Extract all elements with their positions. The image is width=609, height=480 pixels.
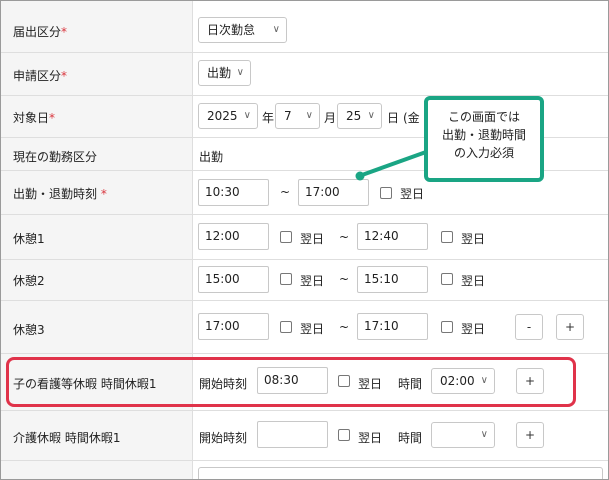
tilde-separator: ~: [339, 230, 350, 244]
row-break-1: 休憩1 12:00 翌日 ~ 12:40 翌日: [1, 215, 608, 260]
label-notification-type: 届出区分*: [13, 25, 68, 39]
next-day-label: 翌日: [300, 274, 325, 288]
label-clock-in-out: 出勤・退勤時刻 *: [13, 187, 107, 201]
tilde-separator: ~: [339, 272, 350, 286]
label-break-1: 休憩1: [13, 232, 45, 246]
add-break-button[interactable]: +: [556, 314, 584, 340]
chevron-down-icon: ∨: [243, 110, 251, 121]
highlight-box: [6, 357, 576, 407]
day-select[interactable]: 25 ∨: [337, 103, 382, 129]
nursing-care-start-input[interactable]: [257, 421, 328, 448]
label-current-work-type: 現在の勤務区分: [13, 150, 98, 164]
break1-end-next-day-checkbox[interactable]: [441, 231, 453, 243]
callout-line-1: この画面では: [447, 110, 520, 124]
break2-end-input[interactable]: 15:10: [357, 266, 428, 293]
break3-end-input[interactable]: 17:10: [357, 313, 428, 340]
row-nursing-care-leave: 介護休暇 時間休暇1 開始時刻 翌日 時間 ∨ +: [1, 411, 608, 461]
start-time-label: 開始時刻: [199, 431, 248, 445]
application-type-select[interactable]: 出勤 ∨: [198, 60, 251, 86]
chevron-down-icon: ∨: [272, 24, 280, 35]
label-target-date: 対象日*: [13, 111, 56, 125]
break2-end-next-day-checkbox[interactable]: [441, 273, 453, 285]
break2-start-next-day-checkbox[interactable]: [280, 273, 292, 285]
break3-start-next-day-checkbox[interactable]: [280, 321, 292, 333]
break1-start-next-day-checkbox[interactable]: [280, 231, 292, 243]
label-break-2: 休憩2: [13, 274, 45, 288]
tilde-separator: ~: [280, 185, 291, 199]
form-frame: 届出区分* 日次勤怠 ∨ 申請区分* 出勤 ∨ 対象日* 2025 ∨ 年 7 ∨ 月 …: [0, 0, 609, 480]
next-day-label: 翌日: [461, 322, 486, 336]
current-work-type-value: 出勤: [199, 150, 224, 164]
row-break-2: 休憩2 15:00 翌日 ~ 15:10 翌日: [1, 260, 608, 301]
next-day-label: 翌日: [300, 322, 325, 336]
callout-box: この画面では 出勤・退勤時間 の入力必須: [424, 96, 544, 182]
chevron-down-icon: ∨: [236, 67, 244, 78]
callout-line-2: 出勤・退勤時間: [441, 128, 526, 142]
month-select[interactable]: 7 ∨: [275, 103, 320, 129]
callout-line-3: の入力必須: [453, 146, 514, 160]
row-next-partial: [1, 461, 608, 479]
break3-end-next-day-checkbox[interactable]: [441, 321, 453, 333]
break1-start-input[interactable]: 12:00: [198, 223, 269, 250]
next-day-label: 翌日: [461, 274, 486, 288]
break3-start-input[interactable]: 17:00: [198, 313, 269, 340]
next-day-label: 翌日: [300, 232, 325, 246]
clock-in-input[interactable]: 10:30: [198, 179, 269, 206]
tilde-separator: ~: [339, 320, 350, 334]
next-day-label: 翌日: [400, 187, 425, 201]
clock-out-input[interactable]: 17:00: [298, 179, 369, 206]
weekday-text: (金: [403, 111, 420, 125]
chevron-down-icon: ∨: [367, 110, 375, 121]
notification-type-select[interactable]: 日次勤怠 ∨: [198, 17, 287, 43]
break2-start-input[interactable]: 15:00: [198, 266, 269, 293]
year-unit: 年: [262, 111, 275, 125]
remove-break-button[interactable]: -: [515, 314, 543, 340]
next-day-label: 翌日: [358, 431, 383, 445]
label-application-type: 申請区分*: [13, 69, 68, 83]
chevron-down-icon: ∨: [305, 110, 313, 121]
row-application-type: 申請区分* 出勤 ∨: [1, 53, 608, 96]
nursing-care-next-day-checkbox[interactable]: [338, 429, 350, 441]
year-select[interactable]: 2025 ∨: [198, 103, 258, 129]
next-day-checkbox[interactable]: [380, 187, 392, 199]
duration-label: 時間: [398, 431, 423, 445]
nursing-care-duration-select[interactable]: ∨: [431, 422, 495, 448]
row-notification-type: 届出区分* 日次勤怠 ∨: [1, 1, 608, 53]
label-break-3: 休憩3: [13, 323, 45, 337]
add-nursing-care-leave-button[interactable]: +: [516, 422, 544, 448]
next-day-label: 翌日: [461, 232, 486, 246]
day-unit: 日: [387, 111, 400, 125]
row-break-3: 休憩3 17:00 翌日 ~ 17:10 翌日 - +: [1, 301, 608, 354]
chevron-down-icon: ∨: [480, 429, 488, 440]
break1-end-input[interactable]: 12:40: [357, 223, 428, 250]
label-nursing-care-leave: 介護休暇 時間休暇1: [13, 431, 121, 445]
partial-field[interactable]: [198, 467, 603, 479]
month-unit: 月: [324, 111, 337, 125]
